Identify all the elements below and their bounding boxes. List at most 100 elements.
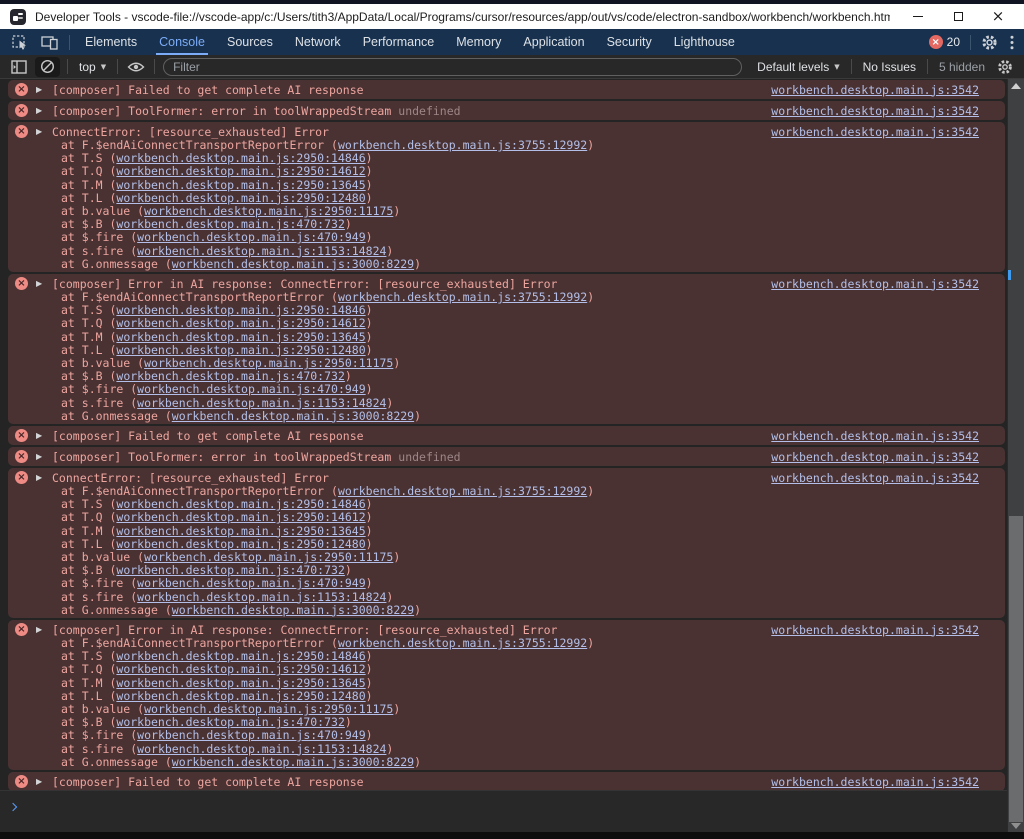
- frame-source-link[interactable]: workbench.desktop.main.js:2950:14846: [116, 649, 365, 663]
- frame-source-link[interactable]: workbench.desktop.main.js:2950:13645: [116, 524, 365, 538]
- filter-input[interactable]: [163, 57, 743, 76]
- frame-source-link[interactable]: workbench.desktop.main.js:3000:8229: [172, 409, 414, 423]
- scroll-down-arrow-icon[interactable]: [1011, 823, 1021, 829]
- scrollbar-thumb[interactable]: [1009, 516, 1023, 822]
- frame-source-link[interactable]: workbench.desktop.main.js:1153:14824: [137, 742, 386, 756]
- frame-source-link[interactable]: workbench.desktop.main.js:2950:12480: [116, 537, 365, 551]
- tab-security[interactable]: Security: [596, 29, 663, 55]
- expand-triangle-icon[interactable]: ▶: [36, 279, 46, 288]
- settings-button[interactable]: [975, 29, 1004, 55]
- tab-performance[interactable]: Performance: [352, 29, 446, 55]
- issues-counter[interactable]: No Issues: [856, 60, 923, 74]
- frame-source-link[interactable]: workbench.desktop.main.js:470:732: [116, 217, 344, 231]
- frame-close-paren: ): [587, 290, 595, 304]
- frame-source-link[interactable]: workbench.desktop.main.js:3755:12992: [338, 636, 587, 650]
- window-title: Developer Tools - vscode-file://vscode-a…: [35, 9, 890, 24]
- expand-triangle-icon[interactable]: ▶: [36, 431, 46, 440]
- hidden-messages-count[interactable]: 5 hidden: [932, 60, 992, 74]
- frame-source-link[interactable]: workbench.desktop.main.js:2950:14612: [116, 164, 365, 178]
- console-settings-button[interactable]: [992, 57, 1018, 77]
- frame-source-link[interactable]: workbench.desktop.main.js:1153:14824: [137, 590, 386, 604]
- message-head: × ▶ [composer] Failed to get complete AI r…: [15, 426, 979, 445]
- error-icon: ×: [15, 429, 28, 442]
- frame-source-link[interactable]: workbench.desktop.main.js:2950:12480: [116, 343, 365, 357]
- console-sidebar-toggle-button[interactable]: [6, 57, 32, 77]
- tab-sources[interactable]: Sources: [216, 29, 284, 55]
- context-selector[interactable]: top ▼: [72, 60, 113, 74]
- source-location-link[interactable]: workbench.desktop.main.js:3542: [771, 450, 979, 464]
- tab-memory[interactable]: Memory: [445, 29, 512, 55]
- frame-source-link[interactable]: workbench.desktop.main.js:470:732: [116, 563, 344, 577]
- source-location-link[interactable]: workbench.desktop.main.js:3542: [771, 104, 979, 118]
- frame-source-link[interactable]: workbench.desktop.main.js:2950:14846: [116, 497, 365, 511]
- toggle-device-toolbar-button[interactable]: [35, 29, 65, 55]
- console-prompt[interactable]: [0, 790, 1007, 832]
- frame-source-link[interactable]: workbench.desktop.main.js:2950:14846: [116, 151, 365, 165]
- tab-console[interactable]: Console: [148, 29, 216, 55]
- tab-application[interactable]: Application: [512, 29, 595, 55]
- expand-triangle-icon[interactable]: ▶: [36, 452, 46, 461]
- source-location-link[interactable]: workbench.desktop.main.js:3542: [771, 83, 979, 97]
- frame-source-link[interactable]: workbench.desktop.main.js:470:949: [137, 576, 365, 590]
- frame-source-link[interactable]: workbench.desktop.main.js:2950:13645: [116, 676, 365, 690]
- source-location-link[interactable]: workbench.desktop.main.js:3542: [771, 623, 979, 637]
- frame-source-link[interactable]: workbench.desktop.main.js:2950:13645: [116, 330, 365, 344]
- frame-function: at F.$endAiConnectTransportReportError (: [61, 290, 338, 304]
- maximize-button[interactable]: [938, 5, 978, 28]
- error-icon: ×: [15, 471, 28, 484]
- frame-source-link[interactable]: workbench.desktop.main.js:2950:11175: [144, 356, 393, 370]
- frame-source-link[interactable]: workbench.desktop.main.js:3000:8229: [172, 257, 414, 271]
- source-location-link[interactable]: workbench.desktop.main.js:3542: [771, 429, 979, 443]
- expand-triangle-icon[interactable]: ▶: [36, 777, 46, 786]
- device-toolbar-icon: [41, 35, 59, 50]
- frame-source-link[interactable]: workbench.desktop.main.js:470:949: [137, 728, 365, 742]
- frame-source-link[interactable]: workbench.desktop.main.js:3755:12992: [338, 484, 587, 498]
- tab-elements[interactable]: Elements: [74, 29, 148, 55]
- expand-triangle-icon[interactable]: ▶: [36, 127, 46, 136]
- frame-source-link[interactable]: workbench.desktop.main.js:3000:8229: [172, 755, 414, 769]
- source-location-link[interactable]: workbench.desktop.main.js:3542: [771, 775, 979, 789]
- frame-source-link[interactable]: workbench.desktop.main.js:470:949: [137, 230, 365, 244]
- frame-source-link[interactable]: workbench.desktop.main.js:2950:11175: [144, 550, 393, 564]
- frame-source-link[interactable]: workbench.desktop.main.js:3755:12992: [338, 290, 587, 304]
- tab-network[interactable]: Network: [284, 29, 352, 55]
- message-text: ConnectError: [resource_exhausted] Error: [52, 124, 329, 139]
- vertical-scrollbar[interactable]: [1007, 79, 1024, 832]
- frame-source-link[interactable]: workbench.desktop.main.js:2950:14612: [116, 662, 365, 676]
- frame-source-link[interactable]: workbench.desktop.main.js:2950:11175: [144, 204, 393, 218]
- frame-source-link[interactable]: workbench.desktop.main.js:2950:14612: [116, 510, 365, 524]
- source-location-link[interactable]: workbench.desktop.main.js:3542: [771, 125, 979, 139]
- frame-source-link[interactable]: workbench.desktop.main.js:1153:14824: [137, 244, 386, 258]
- source-location-link[interactable]: workbench.desktop.main.js:3542: [771, 471, 979, 485]
- log-levels-dropdown[interactable]: Default levels ▼: [750, 60, 846, 74]
- minimize-button[interactable]: [898, 5, 938, 28]
- frame-source-link[interactable]: workbench.desktop.main.js:470:949: [137, 382, 365, 396]
- scroll-up-arrow-icon[interactable]: [1011, 83, 1021, 89]
- frame-source-link[interactable]: workbench.desktop.main.js:2950:13645: [116, 178, 365, 192]
- frame-source-link[interactable]: workbench.desktop.main.js:2950:11175: [144, 702, 393, 716]
- expand-triangle-icon[interactable]: ▶: [36, 473, 46, 482]
- frame-source-link[interactable]: workbench.desktop.main.js:2950:14846: [116, 303, 365, 317]
- message-head: × ▶ ConnectError: [resource_exhausted] Err…: [15, 122, 979, 139]
- frame-function: at $.fire (: [61, 382, 138, 397]
- frame-source-link[interactable]: workbench.desktop.main.js:2950:14612: [116, 316, 365, 330]
- frame-source-link[interactable]: workbench.desktop.main.js:3755:12992: [338, 138, 587, 152]
- error-count-badge[interactable]: × 20: [923, 35, 966, 49]
- frame-source-link[interactable]: workbench.desktop.main.js:2950:12480: [116, 689, 365, 703]
- clear-console-button[interactable]: [35, 56, 60, 77]
- frame-source-link[interactable]: workbench.desktop.main.js:470:732: [116, 715, 344, 729]
- expand-triangle-icon[interactable]: ▶: [36, 106, 46, 115]
- inspect-element-button[interactable]: [6, 29, 35, 55]
- source-location-link[interactable]: workbench.desktop.main.js:3542: [771, 277, 979, 291]
- frame-source-link[interactable]: workbench.desktop.main.js:470:732: [116, 369, 344, 383]
- frame-source-link[interactable]: workbench.desktop.main.js:3000:8229: [172, 603, 414, 617]
- console-toolbar: top ▼ Default levels ▼ No Issues 5 hidde…: [0, 55, 1024, 79]
- more-options-button[interactable]: [1004, 29, 1020, 55]
- expand-triangle-icon[interactable]: ▶: [36, 85, 46, 94]
- frame-source-link[interactable]: workbench.desktop.main.js:2950:12480: [116, 191, 365, 205]
- create-live-expression-button[interactable]: [122, 57, 150, 77]
- tab-lighthouse[interactable]: Lighthouse: [663, 29, 746, 55]
- expand-triangle-icon[interactable]: ▶: [36, 625, 46, 634]
- frame-source-link[interactable]: workbench.desktop.main.js:1153:14824: [137, 396, 386, 410]
- close-button[interactable]: ×: [978, 5, 1018, 28]
